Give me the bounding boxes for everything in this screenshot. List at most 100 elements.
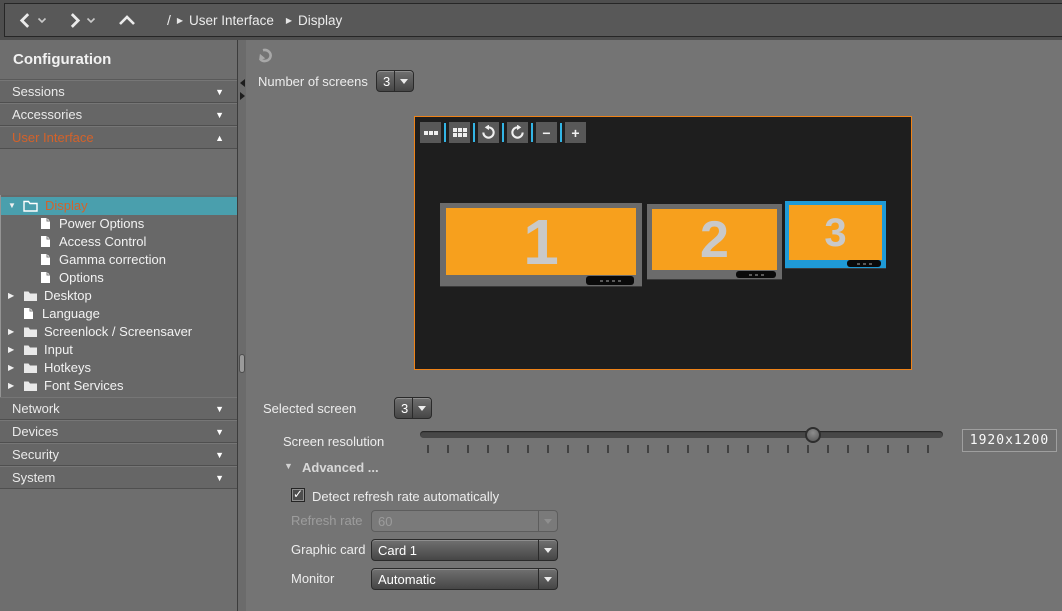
breadcrumb-root[interactable]: / bbox=[167, 12, 171, 28]
dropdown-arrow-button bbox=[538, 511, 557, 531]
chevron-left-icon bbox=[17, 12, 34, 29]
tree-item-label: Font Services bbox=[44, 377, 123, 395]
collapse-sidebar-icon[interactable] bbox=[240, 79, 245, 87]
refresh-rate-label: Refresh rate bbox=[291, 513, 363, 528]
breadcrumb-arrow-icon: ▶ bbox=[286, 16, 292, 25]
sidebar-section-network[interactable]: Network ▼ bbox=[0, 397, 237, 420]
reset-to-defaults-button[interactable] bbox=[256, 47, 276, 65]
chevron-down-icon bbox=[86, 17, 96, 24]
resolution-slider-ticks bbox=[427, 445, 937, 453]
refresh-rate-dropdown: 60 bbox=[371, 510, 558, 532]
dropdown-arrow-button[interactable] bbox=[394, 71, 413, 91]
section-label: Sessions bbox=[12, 84, 65, 99]
tree-item-desktop[interactable]: ▶ Desktop bbox=[1, 287, 237, 305]
tree-item-label: Gamma correction bbox=[59, 251, 166, 269]
section-label: Accessories bbox=[12, 107, 82, 122]
zoom-out-button[interactable]: − bbox=[536, 122, 557, 143]
sidebar-splitter[interactable] bbox=[237, 40, 246, 611]
sidebar-section-sessions[interactable]: Sessions ▼ bbox=[0, 80, 237, 103]
expander-closed-icon[interactable]: ▶ bbox=[8, 287, 14, 305]
monitor-3-screen: 3 bbox=[789, 205, 882, 260]
selected-screen-label: Selected screen bbox=[263, 401, 356, 416]
forward-button[interactable] bbox=[64, 10, 84, 30]
rotate-clockwise-button[interactable] bbox=[507, 122, 528, 143]
dropdown-value: 3 bbox=[377, 74, 394, 89]
sidebar-section-devices[interactable]: Devices ▼ bbox=[0, 420, 237, 443]
toolbar-divider bbox=[502, 123, 504, 142]
dropdown-arrow-button[interactable] bbox=[538, 540, 557, 560]
selected-screen-dropdown[interactable]: 3 bbox=[394, 397, 432, 419]
tree-item-label: Power Options bbox=[59, 215, 144, 233]
sidebar-section-accessories[interactable]: Accessories ▼ bbox=[0, 103, 237, 126]
monitor-3-selected[interactable]: 3 bbox=[785, 201, 886, 268]
detect-refresh-checkbox[interactable]: ✓ bbox=[291, 488, 305, 502]
arrange-in-row-button[interactable] bbox=[420, 122, 441, 143]
expander-open-icon[interactable]: ▼ bbox=[8, 197, 16, 215]
sidebar-section-security[interactable]: Security ▼ bbox=[0, 443, 237, 466]
dropdown-arrow-button[interactable] bbox=[412, 398, 431, 418]
toolbar-divider bbox=[444, 123, 446, 142]
monitor-2[interactable]: 2 bbox=[647, 204, 782, 279]
breadcrumb-arrow-icon: ▶ bbox=[177, 16, 183, 25]
resolution-slider-track[interactable] bbox=[420, 431, 943, 438]
advanced-expander-icon[interactable]: ▼ bbox=[284, 461, 293, 471]
screen-resolution-label: Screen resolution bbox=[283, 434, 384, 449]
section-label: Devices bbox=[12, 424, 58, 439]
zoom-in-button[interactable]: + bbox=[565, 122, 586, 143]
chevron-down-icon bbox=[544, 548, 552, 553]
resolution-slider-handle[interactable] bbox=[805, 427, 821, 443]
expander-closed-icon[interactable]: ▶ bbox=[8, 323, 14, 341]
tree-item-options[interactable]: Options bbox=[1, 269, 237, 287]
expander-closed-icon[interactable]: ▶ bbox=[8, 341, 14, 359]
tree-item-display[interactable]: ▼ Display bbox=[1, 197, 237, 215]
expand-sidebar-icon[interactable] bbox=[240, 92, 245, 100]
monitor-select-label: Monitor bbox=[291, 571, 334, 586]
chevron-right-icon bbox=[66, 12, 83, 29]
rotate-cw-icon bbox=[510, 125, 525, 140]
tree-item-input[interactable]: ▶ Input bbox=[1, 341, 237, 359]
graphic-card-label: Graphic card bbox=[291, 542, 365, 557]
tree-item-font-services[interactable]: ▶ Font Services bbox=[1, 377, 237, 395]
back-button[interactable] bbox=[15, 10, 35, 30]
grid-layout-icon bbox=[453, 128, 467, 137]
back-history-dropdown[interactable] bbox=[36, 14, 48, 26]
minus-icon: − bbox=[542, 126, 550, 140]
chevron-down-icon: ▼ bbox=[215, 398, 224, 420]
monitor-dropdown[interactable]: Automatic bbox=[371, 568, 558, 590]
sidebar-section-system[interactable]: System ▼ bbox=[0, 466, 237, 489]
tree-item-screenlock[interactable]: ▶ Screenlock / Screensaver bbox=[1, 323, 237, 341]
toolbar-divider bbox=[560, 123, 562, 142]
tree-item-label: Language bbox=[42, 305, 100, 323]
dropdown-arrow-button[interactable] bbox=[538, 569, 557, 589]
number-of-screens-dropdown[interactable]: 3 bbox=[376, 70, 414, 92]
chevron-down-icon: ▼ bbox=[215, 444, 224, 466]
monitor-number: 1 bbox=[523, 210, 559, 274]
sidebar-section-user-interface[interactable]: User Interface ▲ bbox=[0, 126, 237, 149]
expander-closed-icon[interactable]: ▶ bbox=[8, 377, 14, 395]
breadcrumb-display[interactable]: Display bbox=[298, 13, 342, 28]
sidebar-scrollbar-thumb[interactable] bbox=[239, 354, 245, 373]
resolution-value-field[interactable]: 1920x1200 bbox=[962, 429, 1057, 452]
forward-history-dropdown[interactable] bbox=[85, 14, 97, 26]
up-level-button[interactable] bbox=[117, 10, 137, 30]
expander-closed-icon[interactable]: ▶ bbox=[8, 359, 14, 377]
tree-item-power-options[interactable]: Power Options bbox=[1, 215, 237, 233]
tree-item-gamma-correction[interactable]: Gamma correction bbox=[1, 251, 237, 269]
advanced-section-header[interactable]: Advanced ... bbox=[302, 460, 379, 475]
graphic-card-dropdown[interactable]: Card 1 bbox=[371, 539, 558, 561]
tree-item-access-control[interactable]: Access Control bbox=[1, 233, 237, 251]
tree-item-label: Display bbox=[45, 197, 88, 215]
breadcrumb-user-interface[interactable]: User Interface bbox=[189, 13, 274, 28]
tree-item-label: Hotkeys bbox=[44, 359, 91, 377]
tree-item-hotkeys[interactable]: ▶ Hotkeys bbox=[1, 359, 237, 377]
reset-icon bbox=[256, 47, 275, 64]
monitor-1[interactable]: 1 bbox=[440, 203, 642, 286]
arrange-in-grid-button[interactable] bbox=[449, 122, 470, 143]
section-label: User Interface bbox=[12, 130, 94, 145]
monitor-1-screen: 1 bbox=[446, 208, 636, 275]
rotate-ccw-icon bbox=[481, 125, 496, 140]
rotate-counterclockwise-button[interactable] bbox=[478, 122, 499, 143]
arrangement-toolbar: − + bbox=[420, 122, 586, 143]
tree-item-language[interactable]: Language bbox=[1, 305, 237, 323]
monitor-arrangement-panel: − + 1 2 3 bbox=[414, 116, 912, 370]
